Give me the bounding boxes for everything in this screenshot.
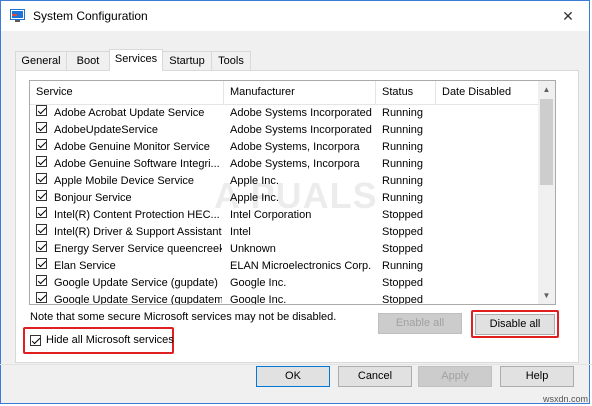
service-checkbox[interactable] — [36, 122, 47, 133]
status-cell: Stopped — [382, 294, 423, 305]
manufacturer-cell: Adobe Systems Incorporated — [230, 124, 372, 136]
chevron-down-icon[interactable]: ▼ — [538, 287, 555, 304]
help-button[interactable]: Help — [500, 366, 574, 387]
table-row[interactable]: Google Update Service (gupdate) Google In… — [30, 275, 539, 292]
cancel-button[interactable]: Cancel — [338, 366, 412, 387]
service-checkbox[interactable] — [36, 224, 47, 235]
status-cell: Running — [382, 124, 423, 136]
status-cell: Running — [382, 175, 423, 187]
service-name: Adobe Acrobat Update Service — [54, 107, 205, 119]
status-cell: Stopped — [382, 243, 423, 255]
table-row[interactable]: Adobe Acrobat Update Service Adobe System… — [30, 105, 539, 122]
service-checkbox[interactable] — [36, 292, 47, 303]
table-row[interactable]: AdobeUpdateService Adobe Systems Incorpor… — [30, 122, 539, 139]
service-checkbox[interactable] — [36, 190, 47, 201]
tab-tools[interactable]: Tools — [211, 51, 251, 70]
manufacturer-cell: Google Inc. — [230, 294, 287, 305]
status-cell: Running — [382, 260, 423, 272]
tab-general[interactable]: General — [15, 51, 67, 70]
service-name: Energy Server Service queencreek — [54, 243, 222, 255]
close-button[interactable]: ✕ — [553, 4, 583, 28]
column-service[interactable]: Service — [30, 81, 224, 104]
table-row[interactable]: Adobe Genuine Software Integri... Adobe S… — [30, 156, 539, 173]
disable-all-button[interactable]: Disable all — [475, 314, 555, 335]
manufacturer-cell: ELAN Microelectronics Corp. — [230, 260, 372, 272]
status-cell: Running — [382, 107, 423, 119]
status-cell: Running — [382, 192, 423, 204]
service-checkbox[interactable] — [36, 241, 47, 252]
manufacturer-cell: Google Inc. — [230, 277, 287, 289]
note-text: Note that some secure Microsoft services… — [30, 311, 337, 323]
list-header: Service Manufacturer Status Date Disable… — [30, 81, 539, 105]
watermark-logo: A PUALS — [214, 175, 378, 216]
manufacturer-cell: Intel — [230, 226, 251, 238]
service-name: AdobeUpdateService — [54, 124, 158, 136]
close-icon: ✕ — [562, 8, 574, 24]
status-cell: Running — [382, 158, 423, 170]
apply-button[interactable]: Apply — [418, 366, 492, 387]
service-checkbox[interactable] — [36, 139, 47, 150]
service-name: Intel(R) Driver & Support Assistant — [54, 226, 222, 238]
tab-services[interactable]: Services — [109, 49, 163, 71]
ok-button[interactable]: OK — [256, 366, 330, 387]
manufacturer-cell: Adobe Systems, Incorpora — [230, 141, 360, 153]
vertical-scrollbar[interactable]: ▲ ▼ — [538, 81, 555, 304]
status-cell: Running — [382, 141, 423, 153]
service-checkbox[interactable] — [36, 207, 47, 218]
tab-startup[interactable]: Startup — [162, 51, 212, 70]
enable-all-button[interactable]: Enable all — [378, 313, 462, 334]
tab-boot[interactable]: Boot — [66, 51, 110, 70]
service-name: Intel(R) Content Protection HEC... — [54, 209, 220, 221]
status-cell: Stopped — [382, 277, 423, 289]
service-checkbox[interactable] — [36, 275, 47, 286]
hide-ms-services-label: Hide all Microsoft services — [46, 334, 174, 346]
column-manufacturer[interactable]: Manufacturer — [224, 81, 376, 104]
service-checkbox[interactable] — [36, 105, 47, 116]
chevron-up-icon[interactable]: ▲ — [538, 81, 555, 98]
site-watermark: wsxdn.com — [542, 394, 588, 404]
service-name: Google Update Service (gupdatem) — [54, 294, 222, 305]
service-checkbox[interactable] — [36, 258, 47, 269]
scrollbar-thumb[interactable] — [540, 99, 553, 185]
table-row[interactable]: Elan Service ELAN Microelectronics Corp. R… — [30, 258, 539, 275]
table-row[interactable]: Adobe Genuine Monitor Service Adobe Syste… — [30, 139, 539, 156]
window-title: System Configuration — [33, 9, 148, 23]
manufacturer-cell: Unknown — [230, 243, 276, 255]
msconfig-icon — [10, 9, 25, 22]
manufacturer-cell: Adobe Systems, Incorpora — [230, 158, 360, 170]
checkbox-icon[interactable] — [30, 335, 41, 346]
service-checkbox[interactable] — [36, 156, 47, 167]
service-name: Apple Mobile Device Service — [54, 175, 195, 187]
service-name: Google Update Service (gupdate) — [54, 277, 218, 289]
service-checkbox[interactable] — [36, 173, 47, 184]
service-name: Bonjour Service — [54, 192, 132, 204]
service-name: Elan Service — [54, 260, 116, 272]
title-bar[interactable]: System Configuration ✕ — [1, 1, 589, 31]
table-row[interactable]: Intel(R) Driver & Support Assistant Intel… — [30, 224, 539, 241]
status-cell: Stopped — [382, 226, 423, 238]
footer-separator — [0, 364, 592, 365]
service-name: Adobe Genuine Software Integri... — [54, 158, 220, 170]
table-row[interactable]: Google Update Service (gupdatem) Google I… — [30, 292, 539, 305]
manufacturer-cell: Adobe Systems Incorporated — [230, 107, 372, 119]
column-date-disabled[interactable]: Date Disabled — [436, 81, 539, 104]
column-status[interactable]: Status — [376, 81, 436, 104]
service-name: Adobe Genuine Monitor Service — [54, 141, 210, 153]
table-row[interactable]: Energy Server Service queencreek Unknown S… — [30, 241, 539, 258]
status-cell: Stopped — [382, 209, 423, 221]
